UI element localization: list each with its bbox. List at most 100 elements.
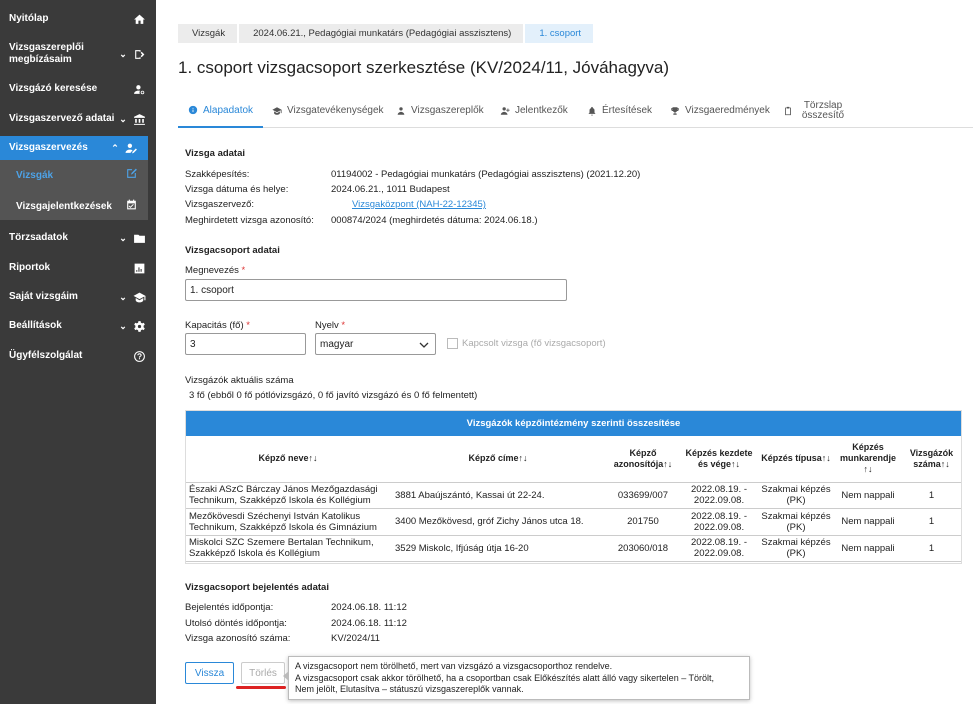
current-count-label: Vizsgázók aktuális száma (185, 375, 294, 386)
sidebar-item-exam-applications[interactable]: Vizsgajelentkezések (0, 196, 148, 216)
cell-trainer-address: 3881 Abaújszántó, Kassai út 22-24. (391, 482, 605, 509)
tab-label: Törzslap összesítő (801, 99, 845, 121)
language-field-label: Nyelv * (315, 320, 346, 331)
sidebar-item-label: Vizsgajelentkezések (16, 200, 112, 212)
sidebar-item-label: Törzsadatok (9, 232, 68, 243)
sidebar-item-label: Saját vizsgáim (9, 291, 78, 302)
tab-bar: Alapadatok Vizsgatevékenységek Vizsgasze… (178, 94, 973, 128)
graduation-cap-icon (132, 290, 146, 304)
cell-trainer-name: Északi ASzC Bárczay János Mezőgazdasági … (185, 482, 391, 509)
sidebar-item-reports[interactable]: Riportok (0, 259, 156, 277)
delete-tooltip: A vizsgacsoport nem törölhető, mert van … (283, 656, 750, 700)
sidebar-item-label: Riportok (9, 262, 51, 273)
cell-training-type: Szakmai képzés (PK) (757, 535, 835, 562)
sidebar-item-label: Ügyfélszolgálat (9, 350, 83, 361)
folder-icon (132, 231, 146, 245)
sidebar-item-label: Beállítások (9, 320, 62, 331)
back-button[interactable]: Vissza (185, 662, 234, 684)
value-qualification: 01194002 - Pedagógiai munkatárs (Pedagóg… (331, 169, 641, 180)
tab-label: Vizsgaszereplők (411, 105, 484, 116)
sidebar-item-label: Vizsgaszervező adatai (9, 113, 115, 124)
chevron-down-icon (419, 342, 429, 348)
table-title: Vizsgázók képzőintézmény szerinti összes… (185, 410, 962, 436)
cell-training-period: 2022.08.19. - 2022.09.08. (681, 482, 757, 509)
table-row: Miskolci SZC Szemere Bertalan Technikum,… (185, 535, 962, 562)
section-title-group-data: Vizsgacsoport adatai (185, 245, 280, 256)
column-header-trainer-name[interactable]: Képző neve↑↓ (185, 436, 391, 483)
value-exam-id-number: KV/2024/11 (331, 633, 380, 644)
assignment-icon (132, 47, 146, 61)
capacity-input[interactable]: 3 (185, 333, 306, 355)
label-last-decision-time: Utolsó döntés időpontja: (185, 618, 287, 629)
delete-highlight-underline (236, 686, 286, 689)
cell-training-type: Szakmai képzés (PK) (757, 482, 835, 509)
sidebar-item-my-exams[interactable]: Saját vizsgáim ⌄ (0, 288, 156, 306)
breadcrumb-item-exams[interactable]: Vizsgák (178, 24, 238, 43)
label-exam-id-number: Vizsga azonosító száma: (185, 633, 291, 644)
value-exam-date-place: 2024.06.21., 1011 Budapest (331, 184, 450, 195)
value-announced-exam-id: 000874/2024 (meghirdetés dátuma: 2024.06… (331, 215, 538, 226)
sort-icon: ↑↓ (731, 458, 741, 469)
edit-icon (125, 167, 138, 183)
tab-applicants[interactable]: Jelentkezők (500, 94, 568, 127)
column-header-candidate-count[interactable]: Vizsgázók száma↑↓ (901, 436, 962, 483)
sidebar-item-candidate-search[interactable]: Vizsgázó keresése (0, 80, 156, 98)
trophy-icon (670, 106, 680, 116)
sidebar-item-exams[interactable]: Vizsgák (0, 165, 148, 185)
cell-training-schedule: Nem nappali (835, 482, 901, 509)
tooltip-line: Nem jelölt, Elutasítva – státuszú vizsga… (295, 684, 524, 694)
sidebar-item-support[interactable]: Ügyfélszolgálat (0, 347, 156, 365)
breadcrumb-item-exam[interactable]: 2024.06.21., Pedagógiai munkatárs (Pedag… (239, 24, 524, 43)
sidebar-item-settings[interactable]: Beállítások ⌄ (0, 317, 156, 335)
column-header-trainer-id[interactable]: Képző azonosítója↑↓ (605, 436, 681, 483)
section-title-announcement: Vizsgacsoport bejelentés adatai (185, 582, 329, 593)
column-header-trainer-address[interactable]: Képző címe↑↓ (391, 436, 605, 483)
tab-exam-participants[interactable]: Vizsgaszereplők (396, 94, 484, 127)
chevron-down-icon: ⌄ (119, 113, 127, 124)
tab-label: Vizsgatevékenységek (287, 105, 384, 116)
sidebar: Nyitólap Vizsgaszereplői megbízásaim ⌄ V… (0, 0, 156, 704)
label-announcement-time: Bejelentés időpontja: (185, 602, 274, 613)
linked-exam-checkbox[interactable] (447, 338, 458, 349)
cell-candidate-count: 1 (901, 482, 962, 509)
sidebar-item-organizer-data[interactable]: Vizsgaszervező adatai ⌄ (0, 110, 156, 128)
capacity-field-label: Kapacitás (fő) * (185, 320, 250, 331)
cell-training-period: 2022.08.19. - 2022.09.08. (681, 508, 757, 536)
sort-icon: ↑↓ (940, 458, 950, 469)
sidebar-item-master-data[interactable]: Törzsadatok ⌄ (0, 229, 156, 247)
cell-trainer-name: Miskolci SZC Szemere Bertalan Technikum,… (185, 535, 391, 562)
cell-trainer-address: 3400 Mezőkövesd, gróf Zichy János utca 1… (391, 508, 605, 536)
name-input[interactable]: 1. csoport (185, 279, 567, 301)
tab-exam-results[interactable]: Vizsgaeredmények (670, 94, 770, 127)
chevron-down-icon: ⌄ (119, 291, 127, 302)
person-icon (396, 106, 406, 116)
sidebar-item-label: Nyitólap (9, 13, 49, 24)
cell-training-schedule: Nem nappali (835, 535, 901, 562)
person-edit-icon (124, 141, 138, 155)
sidebar-item-exam-organization[interactable]: Vizsgaszervezés ⌃ (0, 136, 148, 160)
delete-button[interactable]: Törlés (241, 662, 285, 684)
name-field-label: Megnevezés * (185, 265, 246, 276)
linked-exam-label: Kapcsolt vizsga (fő vizsgacsoport) (462, 338, 606, 349)
exam-organizer-link[interactable]: Vizsgaközpont (NAH-22-12345) (352, 199, 486, 210)
sidebar-item-home[interactable]: Nyitólap (0, 10, 156, 28)
sort-icon: ↑↓ (663, 458, 673, 469)
tab-registry-summary[interactable]: Törzslap összesítő (783, 94, 848, 127)
gear-icon (132, 319, 146, 333)
tab-notifications[interactable]: Értesítések (587, 94, 652, 127)
tab-exam-activities[interactable]: Vizsgatevékenységek (272, 94, 384, 127)
tab-basic-data[interactable]: Alapadatok (178, 94, 264, 128)
column-header-training-period[interactable]: Képzés kezdete és vége↑↓ (681, 436, 757, 483)
help-icon (132, 349, 146, 363)
sidebar-item-assignments[interactable]: Vizsgaszereplői megbízásaim ⌄ (0, 42, 156, 66)
sidebar-item-label: Vizsgaszereplői megbízásaim (9, 42, 84, 65)
language-select[interactable]: magyar (315, 333, 436, 355)
sort-icon: ↑↓ (308, 453, 318, 464)
cell-training-period: 2022.08.19. - 2022.09.08. (681, 535, 757, 562)
column-header-training-schedule[interactable]: Képzés munkarendje ↑↓ (835, 436, 901, 483)
cell-trainer-id: 201750 (605, 508, 681, 536)
column-header-training-type[interactable]: Képzés típusa↑↓ (757, 436, 835, 483)
chevron-down-icon: ⌄ (119, 232, 127, 243)
institution-summary-table: Képző neve↑↓ Képző címe↑↓ Képző azonosít… (185, 436, 962, 562)
table-row: Északi ASzC Bárczay János Mezőgazdasági … (185, 482, 962, 509)
